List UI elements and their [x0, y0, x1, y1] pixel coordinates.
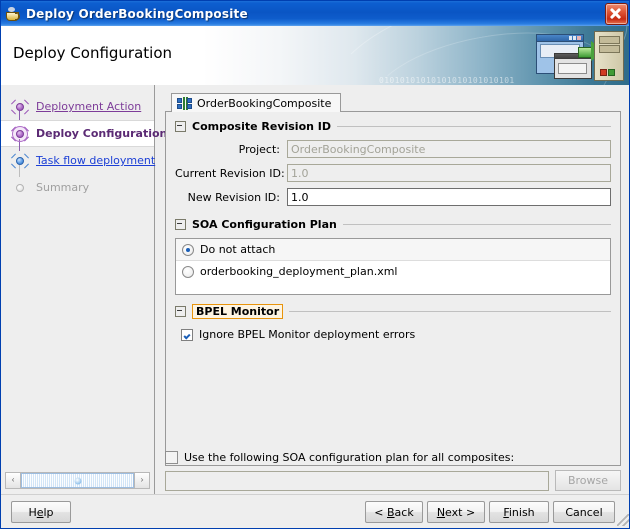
field-row-project: Project: OrderBookingComposite [175, 140, 611, 158]
wizard-banner: 01010101010101010101010101 0101010101010… [1, 26, 629, 85]
page-title: Deploy Configuration [13, 44, 173, 62]
finish-button-label: Finish [503, 505, 535, 519]
sidebar-item-deploy-configuration[interactable]: Deploy Configuration [1, 120, 167, 151]
window-titlebar[interactable]: Deploy OrderBookingComposite [1, 1, 629, 26]
radio-icon-selected[interactable] [182, 243, 194, 256]
scrollbar-track[interactable] [21, 472, 134, 489]
scrollbar-thumb[interactable] [21, 473, 134, 488]
new-revision-id-input[interactable]: 1.0 [287, 188, 611, 206]
tab-strip: OrderBookingComposite [171, 93, 621, 112]
sidebar-item-label: Deploy Configuration [36, 127, 168, 140]
wizard-steps-sidebar: Deployment Action Deploy Configuration T… [1, 85, 167, 497]
cancel-button[interactable]: Cancel [553, 501, 615, 523]
section-title: SOA Configuration Plan [192, 218, 337, 231]
checkbox-ignore-bpel-monitor-errors[interactable]: Ignore BPEL Monitor deployment errors [181, 328, 611, 341]
current-revision-id-field: 1.0 [287, 164, 611, 182]
section-header-composite-revision-id: Composite Revision ID [175, 120, 611, 133]
radio-label: orderbooking_deployment_plan.xml [200, 265, 398, 278]
deploy-dialog-window: Deploy OrderBookingComposite 01010101010… [0, 0, 630, 529]
next-button-label: Next > [436, 505, 476, 519]
checkbox-use-plan-for-all-composites[interactable]: Use the following SOA configuration plan… [165, 451, 621, 464]
collapse-toggle-icon[interactable] [175, 306, 186, 317]
close-icon[interactable] [605, 3, 628, 25]
global-config-plan-section: Use the following SOA configuration plan… [155, 451, 629, 491]
cancel-button-label: Cancel [565, 505, 603, 519]
section-header-soa-configuration-plan: SOA Configuration Plan [175, 218, 611, 231]
dialog-footer: Help < Back Next > Finish Cancel [1, 494, 629, 528]
back-button-label: < Back [374, 505, 414, 519]
deploy-to-server-graphic-icon [528, 29, 626, 81]
checkbox-icon-checked[interactable] [181, 328, 193, 341]
step-node-pending-icon [9, 150, 31, 172]
back-button[interactable]: < Back [365, 501, 423, 523]
section-divider [337, 126, 611, 127]
radio-option-do-not-attach[interactable]: Do not attach [176, 239, 610, 261]
field-row-new-revision-id: New Revision ID: 1.0 [175, 188, 611, 206]
help-button-label: Help [28, 505, 54, 519]
config-plan-radio-group: Do not attach orderbooking_deployment_pl… [175, 238, 611, 295]
project-label: Project: [238, 142, 280, 156]
sidebar-item-label[interactable]: Task flow deployment [36, 154, 155, 167]
main-panel: OrderBookingComposite Composite Revision… [155, 85, 629, 497]
project-field: OrderBookingComposite [287, 140, 611, 158]
sidebar-item-task-flow-deployment[interactable]: Task flow deployment [1, 147, 155, 177]
browse-button: Browse [555, 470, 621, 491]
dialog-content: Deployment Action Deploy Configuration T… [1, 85, 629, 497]
sidebar-item-summary: Summary [1, 174, 154, 201]
scroll-left-arrow-icon[interactable]: ‹ [5, 472, 21, 489]
radio-option-deployment-plan-xml[interactable]: orderbooking_deployment_plan.xml [176, 261, 610, 282]
section-divider [289, 311, 611, 312]
section-title: Composite Revision ID [192, 120, 332, 133]
next-button[interactable]: Next > [427, 501, 485, 523]
current-revision-id-label: Current Revision ID: [175, 166, 285, 180]
window-title: Deploy OrderBookingComposite [26, 6, 248, 21]
sidebar-horizontal-scrollbar[interactable]: ‹ › [5, 472, 150, 489]
step-node-disabled-icon [9, 177, 31, 199]
sidebar-item-label: Summary [36, 181, 90, 194]
radio-icon-unselected[interactable] [182, 265, 194, 278]
section-header-bpel-monitor: BPEL Monitor [175, 304, 611, 319]
banner-binary-watermark: 01010101010101010101010101 [379, 76, 515, 85]
collapse-toggle-icon[interactable] [175, 121, 186, 132]
step-node-completed-icon [9, 96, 31, 118]
new-revision-id-label: New Revision ID: [187, 190, 280, 204]
step-node-current-icon [9, 123, 31, 145]
radio-label: Do not attach [200, 243, 276, 256]
checkbox-label: Ignore BPEL Monitor deployment errors [199, 328, 416, 341]
collapse-toggle-icon[interactable] [175, 219, 186, 230]
global-plan-path-row: Browse [165, 470, 621, 491]
scroll-right-arrow-icon[interactable]: › [134, 472, 150, 489]
section-divider [342, 224, 611, 225]
sidebar-item-label[interactable]: Deployment Action [36, 100, 141, 113]
wizard-step-list: Deployment Action Deploy Configuration T… [1, 93, 167, 201]
tab-label: OrderBookingComposite [197, 96, 332, 110]
radio-group-filler [176, 282, 610, 294]
tab-orderbookingcomposite[interactable]: OrderBookingComposite [171, 93, 342, 112]
composite-icon [177, 96, 192, 110]
field-row-current-revision-id: Current Revision ID: 1.0 [175, 164, 611, 182]
global-plan-path-input [165, 470, 549, 491]
finish-button[interactable]: Finish [489, 501, 549, 523]
tab-content-panel: Composite Revision ID Project: OrderBook… [165, 111, 621, 466]
help-button[interactable]: Help [11, 501, 71, 523]
section-title: BPEL Monitor [192, 304, 284, 319]
resize-grip[interactable] [617, 514, 629, 526]
sidebar-item-deployment-action[interactable]: Deployment Action [1, 93, 154, 123]
coffee-cup-icon [5, 6, 21, 22]
checkbox-icon-unchecked[interactable] [165, 451, 178, 464]
checkbox-label: Use the following SOA configuration plan… [184, 451, 515, 464]
